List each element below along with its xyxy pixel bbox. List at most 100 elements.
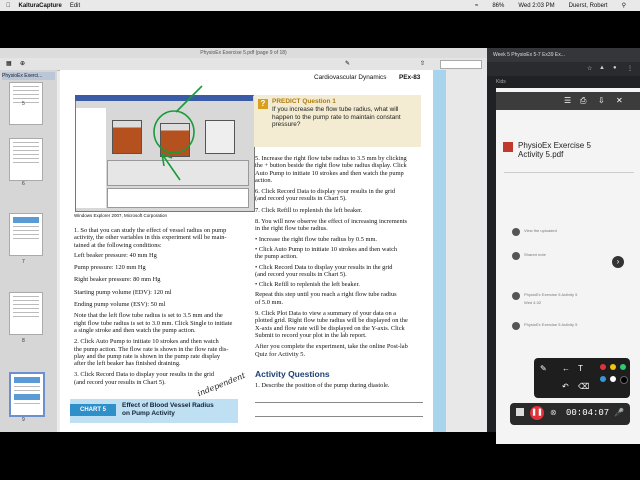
search-field[interactable] <box>440 60 482 69</box>
color-red-swatch[interactable] <box>600 364 606 370</box>
color-yellow-swatch[interactable] <box>610 364 616 370</box>
side-entry[interactable]: Shared note <box>524 252 546 257</box>
undo-icon[interactable]: ↶ <box>562 382 569 391</box>
simulation-data-grid <box>107 188 249 208</box>
pdf-scroll-area[interactable] <box>446 70 487 432</box>
color-white-swatch[interactable] <box>610 376 616 382</box>
pause-icon[interactable]: ❚❚ <box>530 406 544 420</box>
star-icon[interactable]: ☆ <box>587 65 592 72</box>
zoom-icon[interactable]: ⊕ <box>20 60 25 67</box>
profile-icon[interactable]: ● <box>613 65 617 71</box>
tab-title[interactable]: Week 5 PhysioEx 5-7 Ex39 Ex... <box>493 52 565 58</box>
text-line: Auto Pump to initiate 10 strokes and the… <box>255 169 404 177</box>
download-icon[interactable]: ⇩ <box>598 96 605 105</box>
predict-line: pressure? <box>272 121 301 129</box>
chart-5-label: CHART 5 <box>70 404 116 416</box>
avatar <box>512 322 520 330</box>
search-icon[interactable]: ⚲ <box>622 2 626 9</box>
condition-line: Pump pressure: 120 mm Hg <box>74 264 146 272</box>
menu-lines-icon[interactable]: ☰ <box>564 96 571 105</box>
text-line: play and the pump rate is shown in the p… <box>74 352 221 360</box>
page-number: 8 <box>22 338 25 344</box>
mac-menubar:  KalturaCapture Edit ≈ 86% Wed 2:03 PM … <box>0 0 640 11</box>
color-black-swatch[interactable] <box>620 376 628 384</box>
avatar <box>512 292 520 300</box>
text-line: Repeat this step until you reach a right… <box>255 291 397 299</box>
text-line: the + button beside the right flow tube … <box>255 162 407 170</box>
running-header-page: PEx-83 <box>399 74 421 81</box>
trash-icon[interactable]: ⌫ <box>578 382 589 391</box>
clock[interactable]: Wed 2:03 PM <box>518 3 554 9</box>
text-line: after the left beaker has finished drain… <box>74 360 181 368</box>
condition-line: Starting pump volume (EDV): 120 ml <box>74 288 172 296</box>
address-bar[interactable]: ☆ ▲ ● ⋮ <box>487 62 640 76</box>
bullet-line: • Increase the right flow tube radius by… <box>255 235 378 243</box>
left-beaker <box>112 120 142 154</box>
extension-icon[interactable]: ▲ <box>599 65 605 71</box>
share-icon[interactable]: ⇧ <box>420 60 425 67</box>
file-title: PhysioEx Exercise 5 Activity 5.pdf <box>518 141 591 159</box>
text-line: plotted grid. Right flow tube radius wil… <box>255 317 408 325</box>
text-line: action. <box>255 176 273 184</box>
browser-tab[interactable]: Week 5 PhysioEx 5-7 Ex39 Ex... <box>487 48 640 62</box>
page-thumbnail[interactable] <box>9 82 43 125</box>
text-line: 1. So that you can study the effect of v… <box>74 227 227 234</box>
right-column-text: 5. Increase the right flow tube radius t… <box>255 155 425 358</box>
bullet-line: (and record your results in Chart 5). <box>255 270 347 278</box>
stop-icon[interactable] <box>516 408 524 416</box>
side-entry[interactable]: PhysioEx Exercise 5 Activity 5 <box>524 322 577 327</box>
page-thumbnail[interactable] <box>9 213 43 256</box>
page-thumbnail[interactable] <box>9 292 43 335</box>
text-line: 6. Click Record Data to display your res… <box>255 188 396 196</box>
arrow-icon[interactable]: ← <box>562 364 570 373</box>
markup-icon[interactable]: ✎ <box>345 60 350 67</box>
activity-question-1: 1. Describe the position of the pump dur… <box>255 382 390 389</box>
microphone-icon[interactable]: 🎤 <box>614 408 624 417</box>
predict-line: happen to the pump rate to maintain cons… <box>272 113 401 121</box>
pdf-window-title: PhysioEx Exercise 5.pdf (page 9 of 18) <box>0 48 487 58</box>
cancel-icon[interactable]: ⊗ <box>550 408 557 417</box>
next-arrow-icon[interactable]: › <box>612 256 624 268</box>
text-tool-icon[interactable]: T <box>578 364 583 373</box>
menu-app-name[interactable]: KalturaCapture <box>19 3 62 9</box>
pdf-panel-toolbar: ☰ ⎙ ⇩ ✕ <box>496 92 640 110</box>
user-name[interactable]: Duerst, Robert <box>569 3 608 9</box>
sidebar-toggle-icon[interactable]: ▦ <box>6 60 12 67</box>
close-icon[interactable]: ✕ <box>616 96 623 105</box>
file-title-line: Activity 5.pdf <box>518 150 564 159</box>
color-blue-swatch[interactable] <box>600 376 606 382</box>
wifi-icon[interactable]: ≈ <box>475 3 478 9</box>
side-entry[interactable]: PhysioEx Exercise 5 Activity 5 <box>524 292 577 297</box>
battery-percent: 86% <box>492 2 505 9</box>
answer-line <box>255 416 423 417</box>
apple-icon[interactable]:  <box>6 3 11 9</box>
bookmark-kids[interactable]: Kids <box>496 79 506 85</box>
predict-text: If you increase the flow tube radius, wh… <box>272 106 420 129</box>
text-line: tained at the following conditions: <box>74 241 162 249</box>
pen-icon[interactable]: ✎ <box>540 364 547 373</box>
menu-edit[interactable]: Edit <box>70 3 80 9</box>
question-mark-icon: ? <box>258 99 268 109</box>
page-thumbnail-selected[interactable] <box>9 372 45 417</box>
print-icon[interactable]: ⎙ <box>580 96 586 106</box>
side-entry[interactable]: View the uploaded <box>524 228 557 233</box>
sidebar-header[interactable]: PhysioEx Exerci... <box>2 72 55 80</box>
side-entry: Wed 4:32 <box>524 300 542 305</box>
annotation-toolbar: ✎ ← T ↶ ⌫ <box>534 358 630 398</box>
text-line: Submit to record your plot in the lab re… <box>255 331 367 339</box>
text-line: of 5.0 mm. <box>255 298 284 306</box>
text-line: in the right flow tube radius. <box>255 225 328 233</box>
page-thumbnail[interactable] <box>9 138 43 181</box>
predict-line: If you increase the flow tube radius, wh… <box>272 106 399 113</box>
text-line: After you complete the experiment, take … <box>255 343 408 351</box>
menu-icon[interactable]: ⋮ <box>627 65 633 72</box>
recording-toolbar: ❚❚ ⊗ 00:04:07 🎤 <box>510 403 630 425</box>
text-line: Quiz for Activity 5. <box>255 350 306 358</box>
bullet-line: • Click Refill to replenish the left bea… <box>255 281 360 289</box>
page-number: 5 <box>22 101 25 107</box>
activity-questions-heading: Activity Questions <box>255 369 330 379</box>
text-line: 7. Click Refill to replenish the left be… <box>255 206 363 214</box>
avatar <box>512 252 520 260</box>
text-line: right flow tube radius is set to 3.0 mm.… <box>74 319 233 327</box>
color-green-swatch[interactable] <box>620 364 626 370</box>
